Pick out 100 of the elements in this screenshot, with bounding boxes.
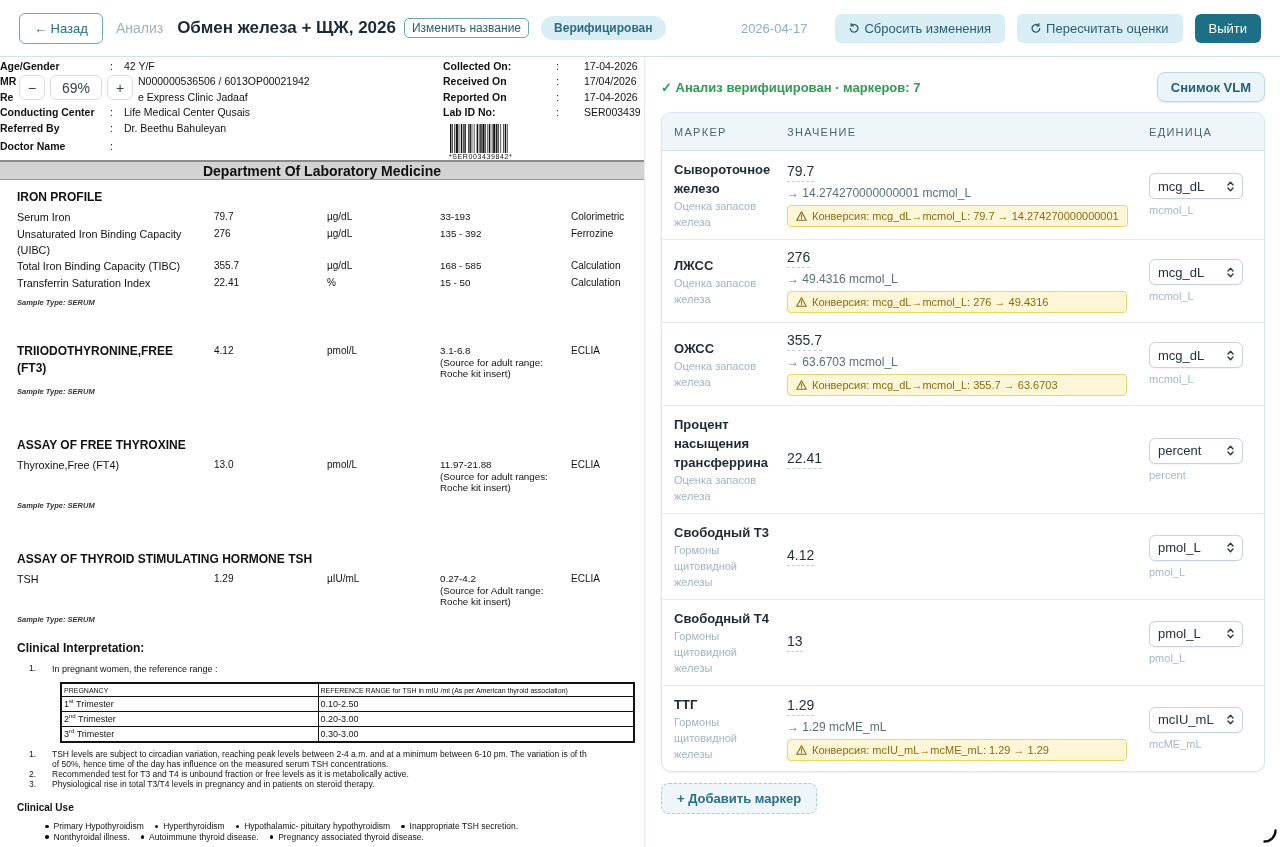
counterclockwise-arrow-icon (849, 23, 860, 33)
field-value: Life Medical Center Qusais (124, 106, 251, 119)
method-text: ECLIA (571, 344, 600, 358)
unit-text: pmol/L (327, 458, 357, 472)
result-value: 4.12 (214, 344, 234, 358)
result-value: 13.0 (214, 458, 234, 472)
unit-hint: pmol_L (1149, 565, 1186, 579)
method-text: Colorimetric (571, 210, 625, 224)
status-badge: Верифицирован (541, 16, 666, 40)
method-text: ECLIA (571, 458, 600, 472)
unit-select[interactable]: pmol_L (1149, 534, 1243, 561)
unit-select[interactable]: mcg_dL (1149, 259, 1243, 285)
label-separator: : (110, 106, 113, 119)
marker-group: Оценка запасов железа (674, 472, 777, 504)
intro-text: In pregnant women, the reference range : (52, 663, 218, 675)
test-name: Thyroxine,Free (FT4) (17, 458, 119, 473)
test-heading: TRIIODOTHYRONINE,FREE (FT3) (17, 343, 174, 377)
department-banner: Department Of Laboratory Medicine (0, 160, 644, 180)
page-title: Обмен железа + ЩЖ, 2026 (177, 18, 396, 38)
list-item-text: Pregnancy associated thyroid disease. (278, 831, 424, 842)
zoom-in-button[interactable]: + (107, 75, 133, 100)
date-text: 2026-04-17 (740, 20, 808, 36)
marker-group: Оценка запасов железа (674, 357, 777, 390)
exit-button[interactable]: Выйти (1194, 13, 1261, 43)
marker-name: Сывороточное железо (674, 161, 772, 198)
unit-select[interactable]: pmol_L (1149, 620, 1243, 647)
result-value: 22.41 (214, 275, 240, 290)
unit-hint: mcmol_L (1149, 204, 1194, 217)
bullet-icon (269, 835, 274, 839)
unit-hint: percent (1149, 468, 1186, 482)
marker-name: Свободный Т3 (674, 524, 769, 542)
reference-range: 0.27-4.2 (Source for Adult range: Roche kit insert) (440, 572, 544, 608)
updown-chevron-icon (1227, 266, 1234, 278)
reference-range: 3.1-6.8 (Source for adult range: Roche kit insert) (440, 344, 543, 380)
field-label: Doctor Name (0, 140, 66, 153)
snapshot-button[interactable]: Снимок VLM (1156, 72, 1265, 102)
clockwise-arrow-icon (1031, 23, 1042, 33)
recalculate-button[interactable]: Пересчитать оценки (1017, 13, 1183, 43)
unit-text: µg/dL (327, 210, 353, 224)
marker-name: ОЖСС (674, 339, 715, 358)
unit-select[interactable]: mcg_dL (1149, 342, 1243, 368)
field-value: e Express Clinic Jadaaf (138, 90, 248, 103)
marker-group: Оценка запасов железа (674, 274, 777, 307)
field-label: Collected On: (443, 59, 512, 72)
column-header: ЗНАЧЕНИЕ (787, 125, 857, 138)
add-marker-button[interactable]: + Добавить маркер (661, 783, 818, 814)
warning-icon (796, 380, 807, 390)
result-value: 355.7 (214, 259, 240, 273)
unit-hint: mcmol_L (1149, 373, 1194, 386)
reference-range: 135 - 392 (440, 226, 482, 239)
converted-value: → 63.6703 mcmol_L (787, 354, 898, 370)
field-label: MR (0, 75, 17, 88)
value-field[interactable]: 1.29 (787, 696, 815, 716)
label-separator: : (110, 59, 113, 72)
value-field[interactable]: 4.12 (787, 547, 815, 566)
unit-select[interactable]: mcg_dL (1149, 173, 1243, 199)
section-title: ASSAY OF FREE THYROXINE (17, 438, 187, 452)
method-text: Calculation (571, 259, 621, 273)
updown-chevron-icon (1227, 714, 1234, 725)
marker-name: ТТГ (674, 696, 698, 714)
field-value: 17/04/2026 (584, 75, 637, 88)
rename-button[interactable]: Изменить название (404, 18, 530, 38)
label-separator: : (556, 90, 559, 103)
unit-select[interactable]: mcIU_mL (1149, 706, 1243, 733)
value-field[interactable]: 276 (787, 249, 811, 268)
updown-chevron-icon (1227, 445, 1234, 456)
field-value: N000000536506 / 6013OP00021942 (138, 75, 310, 88)
label-separator: : (556, 75, 559, 88)
section-title: Clinical Interpretation: (17, 641, 145, 655)
unit-select[interactable]: percent (1149, 437, 1243, 464)
unit-text: pmol/L (327, 344, 357, 358)
result-value: 276 (214, 226, 231, 241)
zoom-out-button[interactable]: − (19, 75, 45, 100)
warning-text: Конверсия: mcg_dL→mcmol_L: 276 → 49.4316 (812, 296, 1049, 308)
marker-name: Свободный Т4 (674, 610, 769, 628)
list-number: 1. (29, 749, 37, 759)
test-name: Unsaturated Iron Binding Capacity (UIBC) (17, 226, 183, 258)
bullet-icon (401, 824, 405, 828)
value-field[interactable]: 355.7 (787, 332, 823, 351)
value-field[interactable]: 79.7 (787, 163, 815, 182)
column-header: ЕДИНИЦА (1149, 125, 1213, 138)
list-item-text: Nonthyroidal illness. (53, 831, 130, 842)
marker-name: Процент насыщения трансферрина (674, 416, 769, 472)
reset-button[interactable]: Сбросить изменения (835, 13, 1006, 43)
result-value: 79.7 (214, 210, 234, 224)
field-value: SER003439 (584, 106, 641, 119)
value-field[interactable]: 22.41 (787, 450, 823, 469)
back-button[interactable]: ← Назад (19, 12, 103, 44)
unit-hint: mcME_mL (1149, 737, 1202, 751)
test-name: TSH (17, 572, 39, 587)
method-text: Ferrozine (571, 226, 614, 241)
bullet-icon (140, 835, 145, 839)
marker-group: Оценка запасов железа (674, 198, 777, 230)
updown-chevron-icon (1227, 628, 1234, 639)
list-item-text: Hyperthyroidism (163, 821, 225, 832)
result-value: 1.29 (214, 572, 234, 586)
field-label: Conducting Center (0, 106, 95, 119)
value-field[interactable]: 13 (787, 633, 803, 652)
label-separator: : (110, 140, 113, 153)
updown-chevron-icon (1227, 180, 1234, 192)
